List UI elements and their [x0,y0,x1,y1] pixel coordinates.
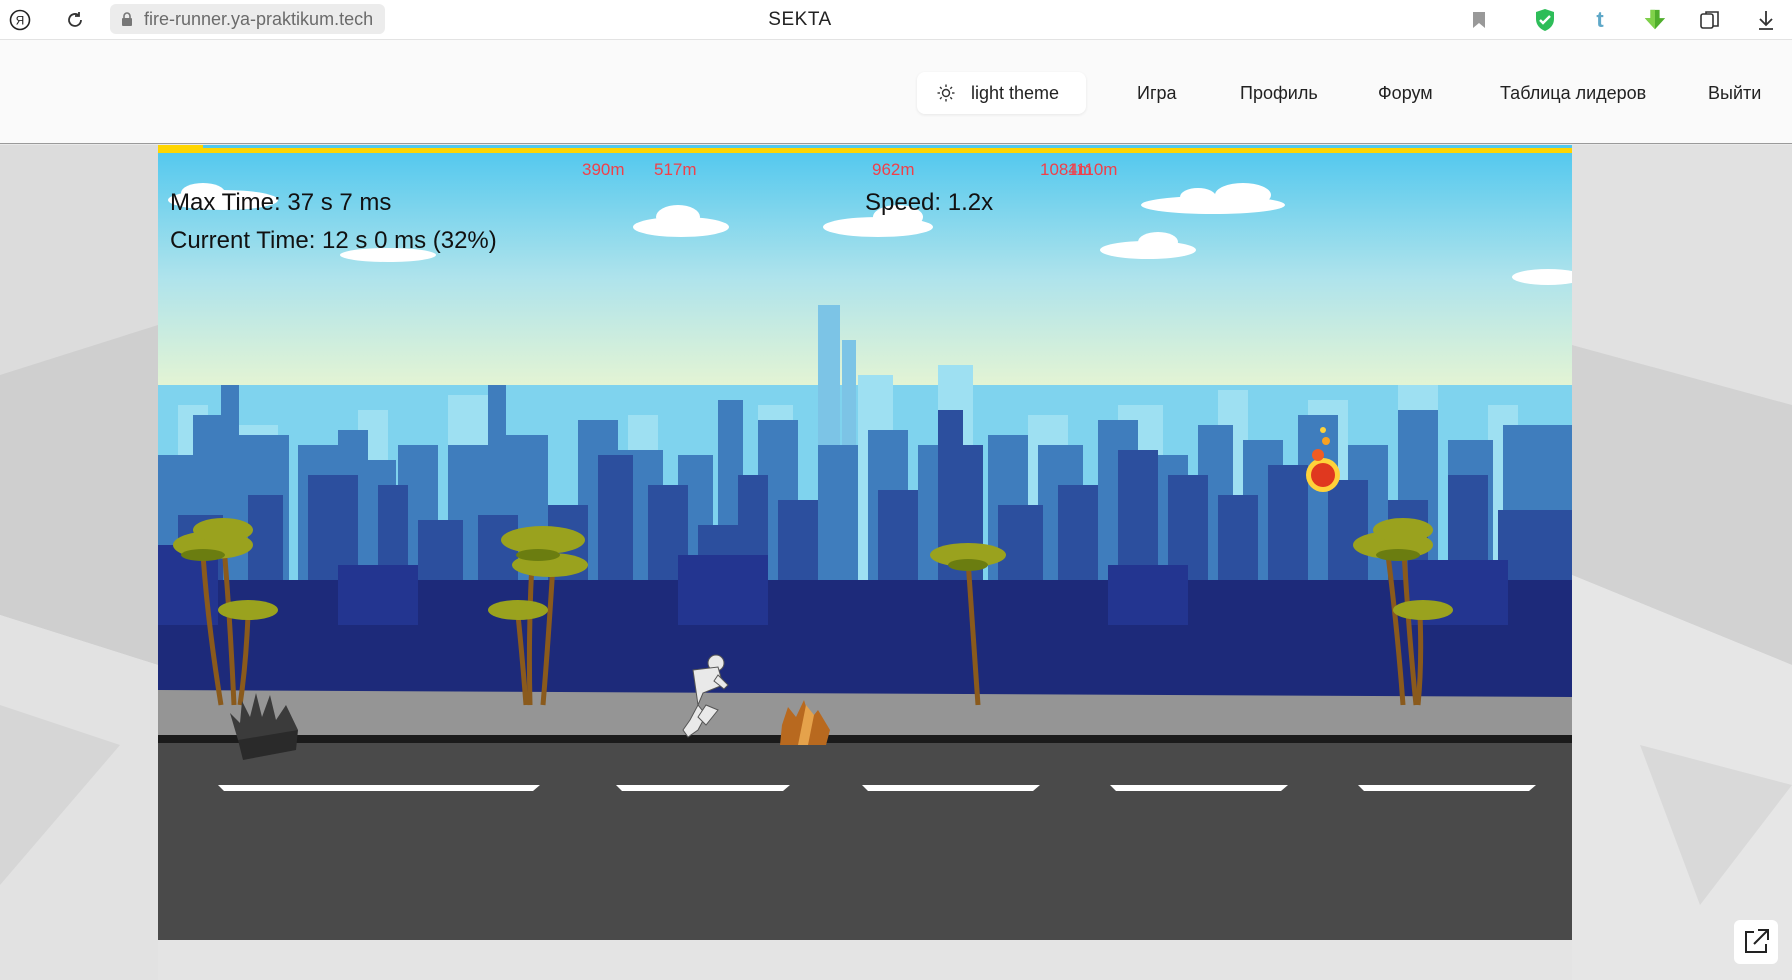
progress-fill [158,145,203,150]
tab-title: SEKTA [768,9,832,30]
speed-label: Speed: 1.2x [865,189,994,216]
bookmark-icon[interactable] [1467,8,1491,32]
distance-marker: 517m [654,160,697,179]
distance-marker: 1110m [1068,160,1118,179]
popout-icon[interactable] [1734,920,1778,964]
download-extension-icon[interactable] [1643,8,1667,32]
theme-toggle-label: light theme [971,82,1060,103]
theme-toggle-button[interactable]: light theme [917,72,1086,114]
svg-text:t: t [1596,9,1604,31]
download-icon[interactable] [1754,8,1778,32]
nav-game[interactable]: Игра [1137,83,1177,104]
collections-icon[interactable] [1698,8,1722,32]
shield-icon[interactable] [1533,8,1557,32]
browser-toolbar: Я fire-runner.ya-praktikum.tech SEKTA t [0,0,1792,40]
nav-leaderboard[interactable]: Таблица лидеров [1500,83,1646,104]
nav-forum[interactable]: Форум [1378,83,1433,104]
current-time-label: Current Time: 12 s 0 ms (32%) [170,227,497,254]
nav-profile[interactable]: Профиль [1240,83,1318,104]
site-header: light theme Игра Профиль Форум Таблица л… [0,40,1792,144]
game-canvas[interactable]: 390m 517m 962m 1084m 1110m Max Time: 37 … [158,145,1572,940]
distance-marker: 390m [582,160,625,179]
distance-marker: 962m [872,160,915,179]
sun-icon [937,84,955,102]
tumblr-icon[interactable]: t [1588,8,1612,32]
max-time-label: Max Time: 37 s 7 ms [170,189,392,216]
nav-logout[interactable]: Выйти [1708,83,1761,104]
